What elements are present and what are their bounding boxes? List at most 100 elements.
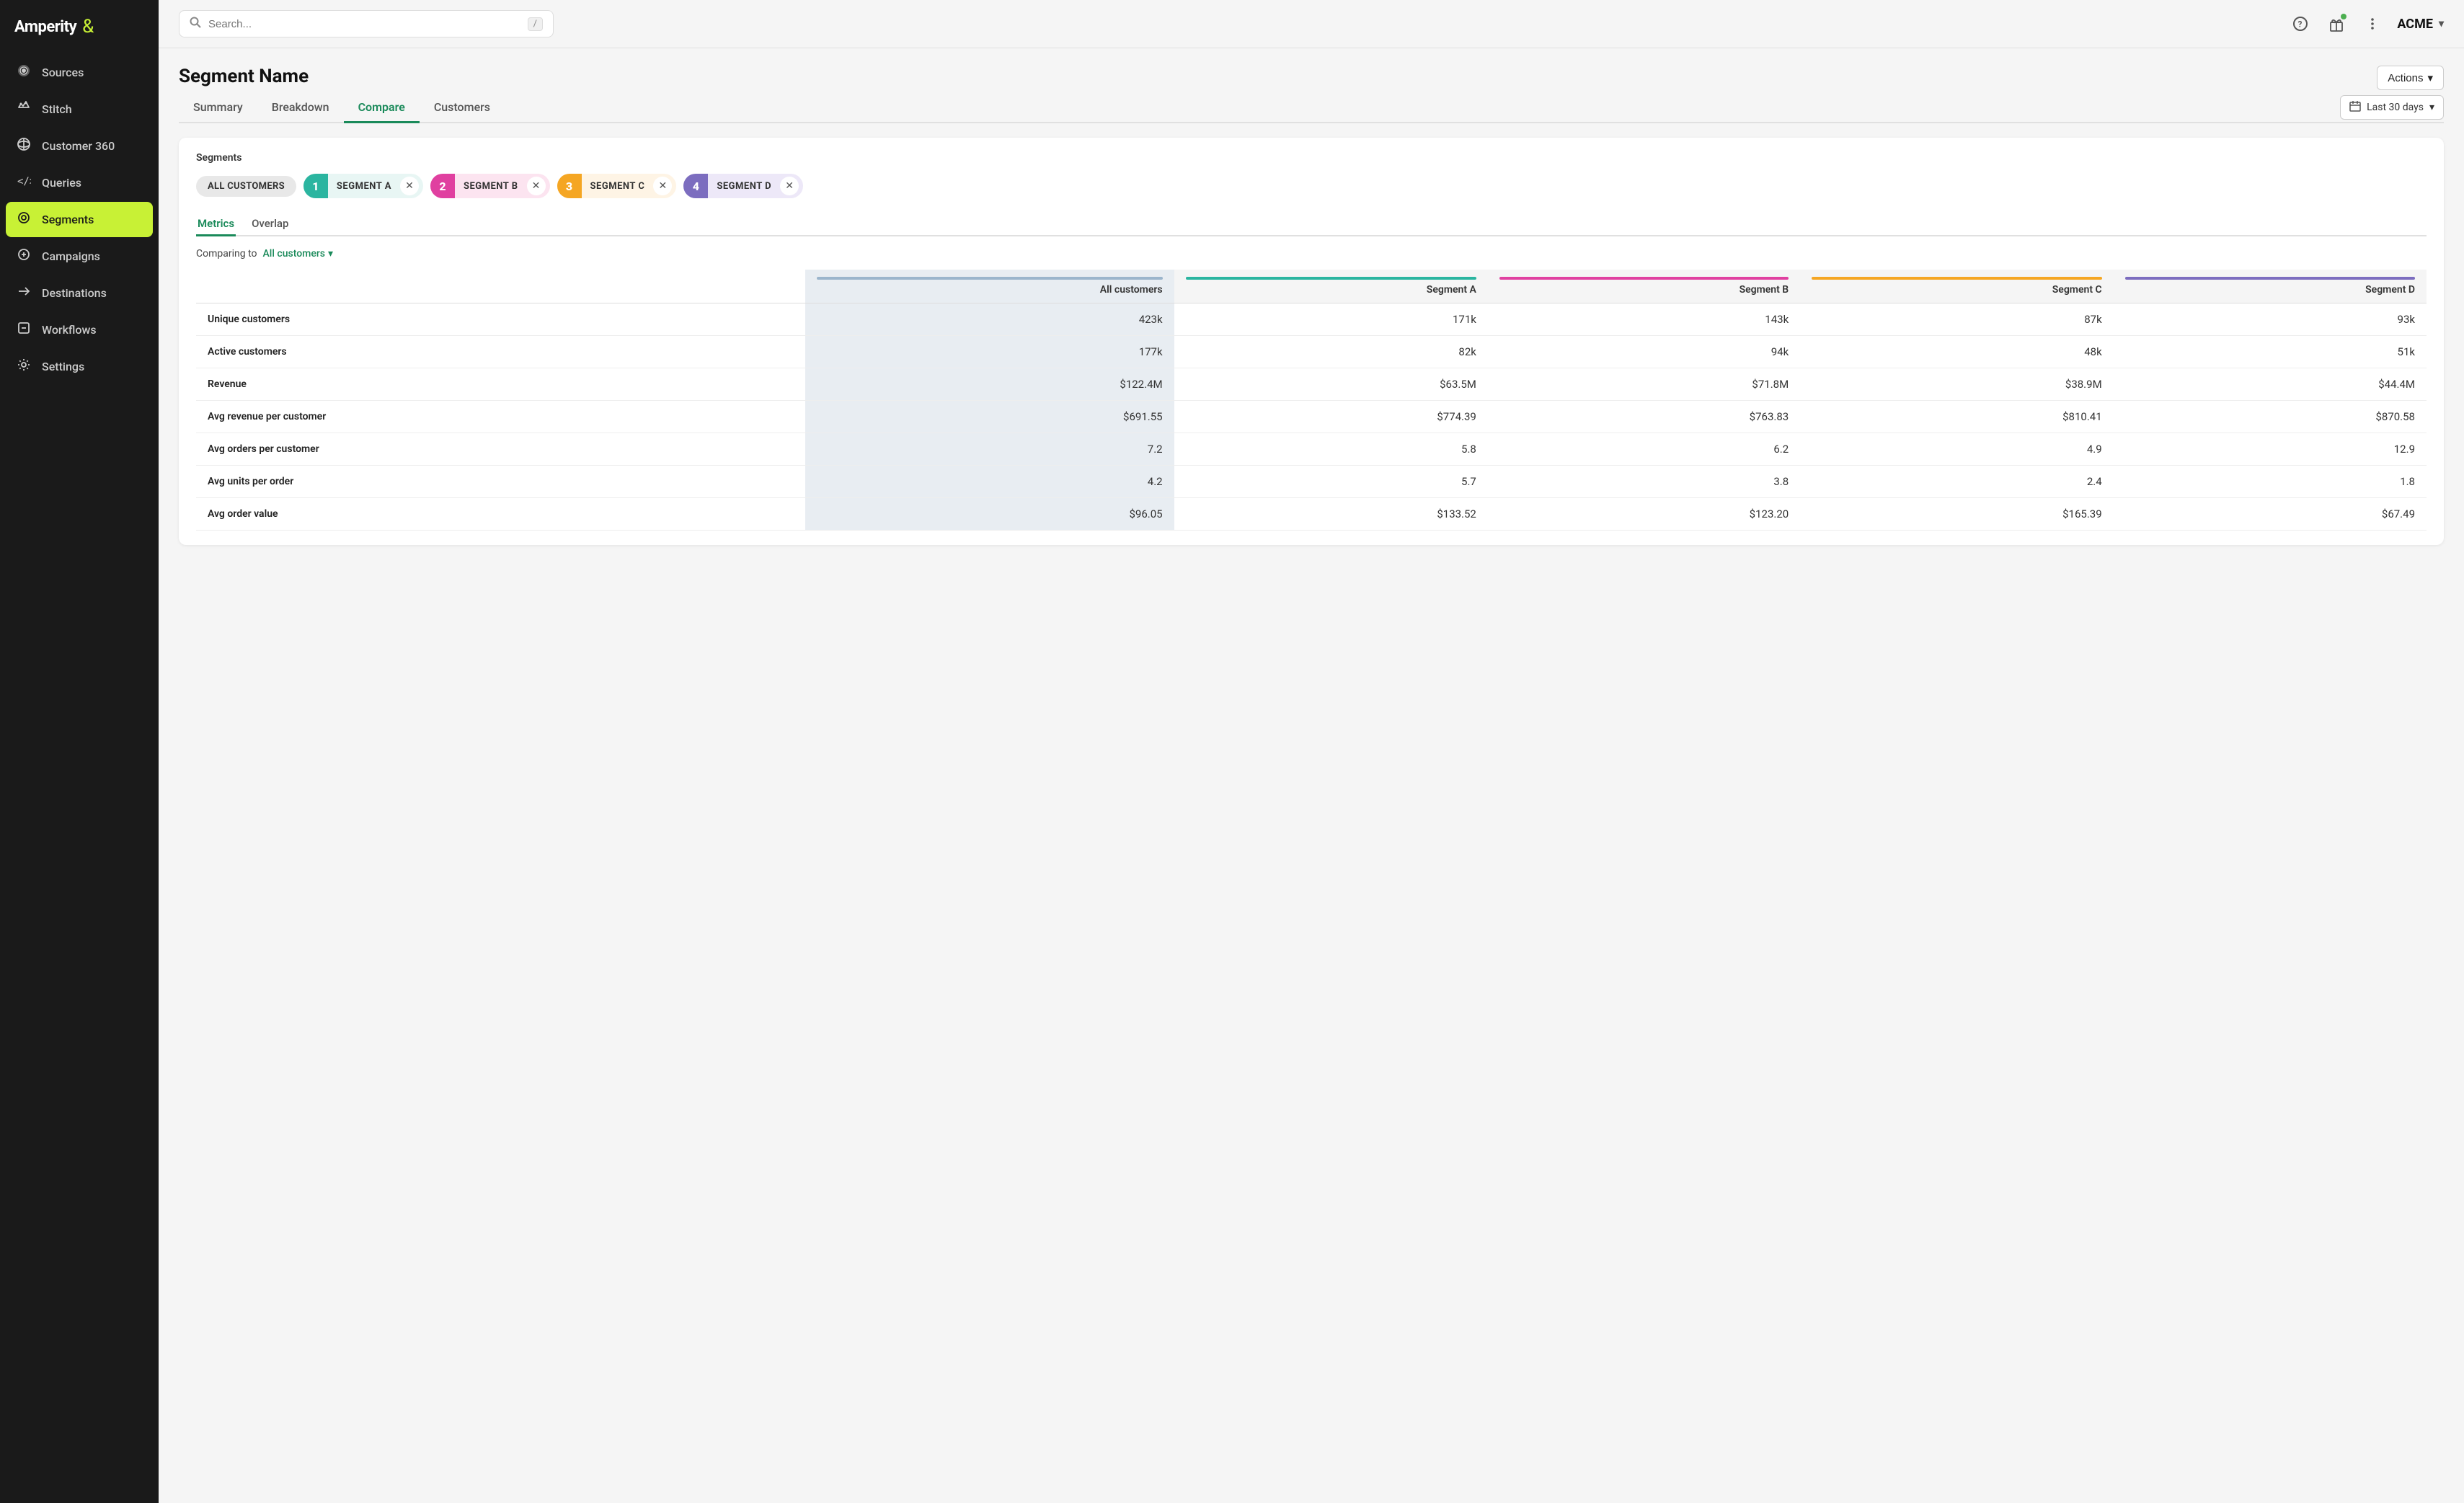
segment-a-label: SEGMENT A (328, 181, 400, 192)
metric-avg_orders_per_customer-label: Avg orders per customer (196, 433, 805, 466)
metric-unique_customers-seg_d: 93k (2114, 303, 2427, 336)
search-input[interactable] (208, 18, 520, 30)
inner-tab-overlap[interactable]: Overlap (250, 213, 290, 236)
sidebar-item-settings[interactable]: Settings (6, 349, 153, 384)
sidebar-item-queries[interactable]: </> Queries (6, 165, 153, 200)
svg-text:</>: </> (17, 176, 31, 187)
metric-revenue-label: Revenue (196, 368, 805, 401)
metric-avg_orders_per_customer-seg_b: 6.2 (1488, 433, 1800, 466)
comparing-row: Comparing to All customers ▾ (196, 248, 2427, 260)
actions-button[interactable]: Actions ▾ (2377, 66, 2444, 90)
page-header: Segment Name Actions ▾ (179, 66, 2444, 90)
help-icon[interactable]: ? (2289, 12, 2312, 35)
segments-label: Segments (196, 152, 2427, 164)
tab-breakdown[interactable]: Breakdown (257, 93, 344, 123)
metric-active_customers-all: 177k (805, 336, 1174, 368)
segment-c-num: 3 (557, 174, 582, 198)
sidebar-item-settings-label: Settings (42, 360, 84, 373)
segment-b-label: SEGMENT B (455, 181, 527, 192)
table-row: Unique customers423k171k143k87k93k (196, 303, 2427, 336)
all-customers-chip[interactable]: ALL CUSTOMERS (196, 176, 296, 197)
inner-tab-metrics[interactable]: Metrics (196, 213, 236, 236)
metric-revenue-seg_c: $38.9M (1800, 368, 2113, 401)
segment-c-close-button[interactable]: ✕ (653, 177, 672, 195)
metric-revenue-seg_b: $71.8M (1488, 368, 1800, 401)
segment-a-close-button[interactable]: ✕ (400, 177, 419, 195)
segment-b-num: 2 (430, 174, 455, 198)
segments-chips: ALL CUSTOMERS 1 SEGMENT A ✕ 2 SEGMENT B … (196, 174, 2427, 198)
workflows-icon (16, 321, 32, 339)
metric-avg_revenue_per_customer-seg_c: $810.41 (1800, 401, 2113, 433)
metric-avg_units_per_order-all: 4.2 (805, 466, 1174, 498)
search-box[interactable]: / (179, 10, 554, 37)
tab-compare[interactable]: Compare (344, 93, 420, 123)
segment-d-col-header: Segment D (2114, 270, 2427, 303)
search-icon (190, 17, 201, 31)
account-button[interactable]: ACME ▾ (2397, 17, 2444, 32)
table-row: Revenue$122.4M$63.5M$71.8M$38.9M$44.4M (196, 368, 2427, 401)
metric-avg_revenue_per_customer-seg_d: $870.58 (2114, 401, 2427, 433)
sidebar-item-sources[interactable]: Sources (6, 55, 153, 90)
tabs-bar: Summary Breakdown Compare Customers Last… (179, 93, 2444, 123)
metric-avg_order_value-label: Avg order value (196, 498, 805, 531)
segments-icon (16, 210, 32, 229)
sidebar-item-stitch[interactable]: Stitch (6, 92, 153, 127)
metric-avg_units_per_order-seg_a: 5.7 (1174, 466, 1488, 498)
more-menu-icon[interactable] (2361, 12, 2384, 35)
sidebar-item-workflows[interactable]: Workflows (6, 312, 153, 347)
segment-chip-b[interactable]: 2 SEGMENT B ✕ (430, 174, 550, 198)
svg-text:?: ? (2298, 19, 2303, 30)
segment-d-label: SEGMENT D (708, 181, 780, 192)
account-chevron-icon: ▾ (2439, 18, 2444, 30)
sidebar-item-workflows-label: Workflows (42, 323, 97, 337)
account-name: ACME (2397, 17, 2433, 32)
metric-avg_units_per_order-seg_d: 1.8 (2114, 466, 2427, 498)
table-header-row: All customers Segment A (196, 270, 2427, 303)
sidebar-nav: Sources Stitch Customer 360 </> Queries … (0, 55, 159, 384)
topbar-actions: ? ACME ▾ (2289, 12, 2444, 35)
metric-avg_order_value-seg_a: $133.52 (1174, 498, 1488, 531)
segment-b-close-button[interactable]: ✕ (527, 177, 546, 195)
destinations-icon (16, 284, 32, 302)
segment-c-label: SEGMENT C (582, 181, 654, 192)
gift-icon[interactable] (2325, 12, 2348, 35)
comparing-to-value[interactable]: All customers ▾ (263, 248, 334, 260)
sidebar-item-destinations-label: Destinations (42, 286, 107, 300)
inner-tabs: Metrics Overlap (196, 213, 2427, 236)
tab-summary[interactable]: Summary (179, 93, 257, 123)
sources-icon (16, 63, 32, 81)
metric-unique_customers-seg_b: 143k (1488, 303, 1800, 336)
metric-avg_units_per_order-seg_c: 2.4 (1800, 466, 2113, 498)
metric-avg_revenue_per_customer-all: $691.55 (805, 401, 1174, 433)
metric-avg_orders_per_customer-seg_a: 5.8 (1174, 433, 1488, 466)
segment-chip-d[interactable]: 4 SEGMENT D ✕ (683, 174, 803, 198)
metric-avg_revenue_per_customer-seg_a: $774.39 (1174, 401, 1488, 433)
metric-unique_customers-seg_c: 87k (1800, 303, 2113, 336)
sidebar-item-campaigns[interactable]: Campaigns (6, 239, 153, 274)
gift-notification-dot (2341, 14, 2346, 19)
table-row: Avg order value$96.05$133.52$123.20$165.… (196, 498, 2427, 531)
metric-active_customers-label: Active customers (196, 336, 805, 368)
sidebar-item-segments[interactable]: Segments (6, 202, 153, 237)
metric-avg_orders_per_customer-all: 7.2 (805, 433, 1174, 466)
metric-avg_order_value-seg_d: $67.49 (2114, 498, 2427, 531)
table-row: Avg orders per customer7.25.86.24.912.9 (196, 433, 2427, 466)
sidebar: Amperity & Sources Stitch Customer 360 <… (0, 0, 159, 1503)
sidebar-item-customer360[interactable]: Customer 360 (6, 128, 153, 164)
tab-customers[interactable]: Customers (420, 93, 505, 123)
metric-active_customers-seg_c: 48k (1800, 336, 2113, 368)
metric-active_customers-seg_d: 51k (2114, 336, 2427, 368)
table-row: Avg units per order4.25.73.82.41.8 (196, 466, 2427, 498)
sidebar-item-stitch-label: Stitch (42, 102, 72, 116)
page-content: Segment Name Actions ▾ Summary Breakdown… (159, 48, 2464, 1503)
segment-chip-a[interactable]: 1 SEGMENT A ✕ (303, 174, 423, 198)
segment-chip-c[interactable]: 3 SEGMENT C ✕ (557, 174, 677, 198)
main-content: / ? ACME ▾ Segment Name Actions (159, 0, 2464, 1503)
date-filter[interactable]: Last 30 days ▾ (2340, 95, 2444, 120)
sidebar-item-queries-label: Queries (42, 176, 81, 190)
segment-d-close-button[interactable]: ✕ (780, 177, 799, 195)
sidebar-item-destinations[interactable]: Destinations (6, 275, 153, 311)
actions-label: Actions (2388, 72, 2423, 84)
campaigns-icon (16, 247, 32, 265)
logo: Amperity & (0, 0, 159, 55)
